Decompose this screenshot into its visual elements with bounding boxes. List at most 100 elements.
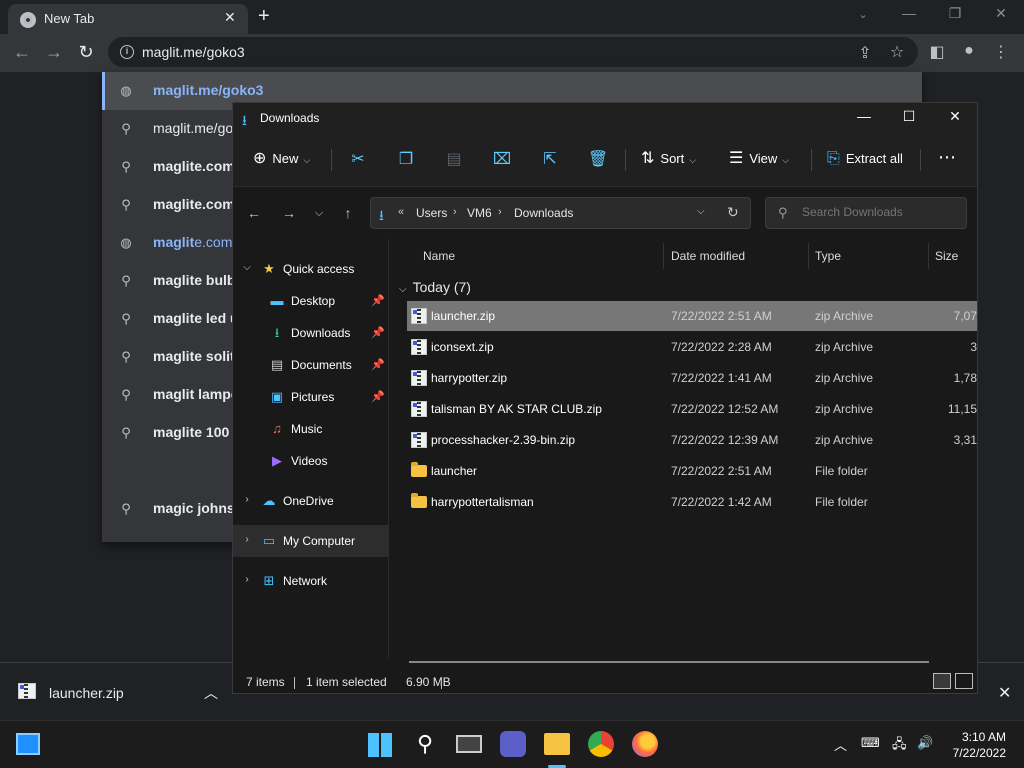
maximize-icon[interactable]: ☐: [886, 108, 932, 125]
breadcrumb-vm6[interactable]: VM6: [467, 206, 492, 220]
chevron-right-icon[interactable]: ›: [498, 206, 502, 218]
horizontal-scrollbar[interactable]: [409, 661, 929, 663]
sort-button[interactable]: ⇅ Sort ⌵: [641, 147, 696, 171]
pin-icon[interactable]: 📌: [371, 294, 385, 307]
address-dropdown-icon[interactable]: ⌵: [697, 206, 705, 217]
search-icon[interactable]: ⚲: [412, 731, 438, 757]
pin-icon[interactable]: 📌: [371, 358, 385, 371]
column-divider[interactable]: [808, 243, 809, 269]
download-item[interactable]: launcher.zip ︿: [8, 671, 234, 715]
chrome-icon[interactable]: [588, 731, 614, 757]
forward-arrow-icon[interactable]: →: [42, 40, 66, 64]
nav-item[interactable]: ⭳ Downloads 📌: [233, 317, 389, 349]
column-divider[interactable]: [928, 243, 929, 269]
close-window-icon[interactable]: ✕: [932, 108, 978, 125]
network-icon[interactable]: 🖧: [892, 735, 907, 757]
tab-new-tab[interactable]: New Tab ✕: [8, 4, 248, 34]
clock-time[interactable]: 3:10 AM: [942, 730, 1006, 744]
keyboard-icon[interactable]: ⌨: [861, 735, 880, 751]
tab-search-icon[interactable]: ⌄: [851, 8, 875, 21]
task-view-icon[interactable]: [456, 735, 482, 753]
more-options-icon[interactable]: ⋯: [938, 145, 956, 169]
details-view-icon[interactable]: [933, 673, 951, 689]
cut-icon[interactable]: ✂: [346, 149, 370, 169]
nav-item[interactable]: ▬ Desktop 📌: [233, 285, 389, 317]
file-row[interactable]: harrypotter.zip 7/22/2022 1:41 AM zip Arch…: [407, 363, 977, 393]
up-arrow-icon[interactable]: ↑: [337, 205, 359, 221]
breadcrumb-users[interactable]: Users: [416, 206, 447, 220]
chevron-right-icon[interactable]: ›: [241, 574, 253, 585]
volume-icon[interactable]: 🔊: [917, 735, 933, 751]
close-tab-icon[interactable]: ✕: [224, 9, 236, 26]
column-date-modified[interactable]: Date modified: [671, 249, 745, 263]
pin-icon[interactable]: 📌: [371, 390, 385, 403]
file-explorer-icon[interactable]: [544, 733, 570, 755]
side-panel-icon[interactable]: ◧: [926, 42, 948, 62]
share-icon[interactable]: ⇪: [854, 43, 876, 63]
column-divider[interactable]: [663, 243, 664, 269]
site-info-icon[interactable]: i: [120, 45, 134, 59]
breadcrumb-downloads[interactable]: Downloads: [514, 206, 573, 220]
firefox-icon[interactable]: [632, 731, 658, 757]
extract-all-button[interactable]: ⎘ Extract all: [827, 147, 903, 171]
chevron-down-icon[interactable]: ⌵: [241, 262, 253, 273]
recent-locations-icon[interactable]: ⌵: [308, 207, 330, 220]
view-button[interactable]: ☰ View ⌵: [729, 147, 789, 171]
bookmark-star-icon[interactable]: ☆: [886, 42, 908, 62]
file-row[interactable]: processhacker-2.39-bin.zip 7/22/2022 12:3…: [407, 425, 977, 455]
chevron-up-icon[interactable]: ︿: [834, 735, 847, 754]
chevron-up-icon[interactable]: ︿: [204, 683, 218, 703]
paste-icon[interactable]: ▤: [442, 149, 466, 169]
back-arrow-icon[interactable]: ←: [243, 205, 265, 221]
delete-icon[interactable]: 🗑: [586, 149, 610, 169]
chrome-menu-icon[interactable]: ⋮: [990, 42, 1012, 62]
forward-arrow-icon[interactable]: →: [278, 205, 300, 221]
search-box[interactable]: ⚲: [765, 197, 967, 229]
file-row[interactable]: iconsext.zip 7/22/2022 2:28 AM zip Archive…: [407, 332, 977, 362]
nav-item[interactable]: ♫ Music: [233, 413, 389, 445]
nav-item[interactable]: › ☁ OneDrive: [233, 485, 389, 517]
minimize-icon[interactable]: —: [897, 5, 921, 21]
rename-icon[interactable]: ⌧: [490, 149, 514, 169]
clock-date[interactable]: 7/22/2022: [942, 746, 1006, 760]
restore-icon[interactable]: ❐: [943, 5, 967, 22]
omnibox-url[interactable]: maglit.me/goko3: [142, 44, 245, 60]
omnibox[interactable]: i maglit.me/goko3 ⇪ ☆: [108, 37, 918, 67]
nav-item[interactable]: ▤ Documents 📌: [233, 349, 389, 381]
nav-item[interactable]: ⌵ ★ Quick access: [233, 253, 389, 285]
back-arrow-icon[interactable]: ←: [10, 40, 34, 64]
profile-icon[interactable]: ●: [958, 42, 980, 60]
nav-item[interactable]: › ⊞ Network: [233, 565, 389, 597]
new-button[interactable]: ⊕ New ⌵: [253, 147, 310, 171]
column-name[interactable]: Name: [423, 249, 455, 263]
search-input[interactable]: [802, 205, 952, 219]
copy-icon[interactable]: ❐: [394, 149, 418, 169]
new-tab-button[interactable]: +: [258, 5, 270, 28]
file-row[interactable]: launcher.zip 7/22/2022 2:51 AM zip Archive…: [407, 301, 977, 331]
refresh-icon[interactable]: ↻: [727, 204, 739, 221]
widgets-icon[interactable]: [16, 733, 40, 755]
teams-chat-icon[interactable]: [500, 731, 526, 757]
overflow-chevron-icon[interactable]: «: [398, 206, 404, 218]
column-size[interactable]: Size: [935, 249, 958, 263]
group-header-today[interactable]: ⌵ Today (7): [399, 279, 471, 295]
chevron-right-icon[interactable]: ›: [241, 494, 253, 505]
close-window-icon[interactable]: ✕: [989, 5, 1013, 22]
tiles-view-icon[interactable]: [955, 673, 973, 689]
nav-item[interactable]: › ▭ My Computer: [233, 525, 389, 557]
chevron-right-icon[interactable]: ›: [453, 206, 457, 218]
pin-icon[interactable]: 📌: [371, 326, 385, 339]
address-bar[interactable]: ⭳ « Users › VM6 › Downloads ⌵ ↻: [370, 197, 751, 229]
share-icon[interactable]: ⇱: [538, 149, 562, 169]
file-row[interactable]: launcher 7/22/2022 2:51 AM File folder: [407, 456, 977, 486]
minimize-icon[interactable]: —: [841, 108, 887, 124]
start-icon[interactable]: [368, 733, 392, 757]
file-row[interactable]: harrypottertalisman 7/22/2022 1:42 AM File…: [407, 487, 977, 517]
nav-item[interactable]: ▶ Videos: [233, 445, 389, 477]
reload-icon[interactable]: ↻: [74, 40, 98, 64]
file-row[interactable]: talisman BY AK STAR CLUB.zip 7/22/2022 12…: [407, 394, 977, 424]
nav-item[interactable]: ▣ Pictures 📌: [233, 381, 389, 413]
close-shelf-icon[interactable]: ✕: [998, 683, 1011, 703]
column-type[interactable]: Type: [815, 249, 841, 263]
chevron-right-icon[interactable]: ›: [241, 534, 253, 545]
